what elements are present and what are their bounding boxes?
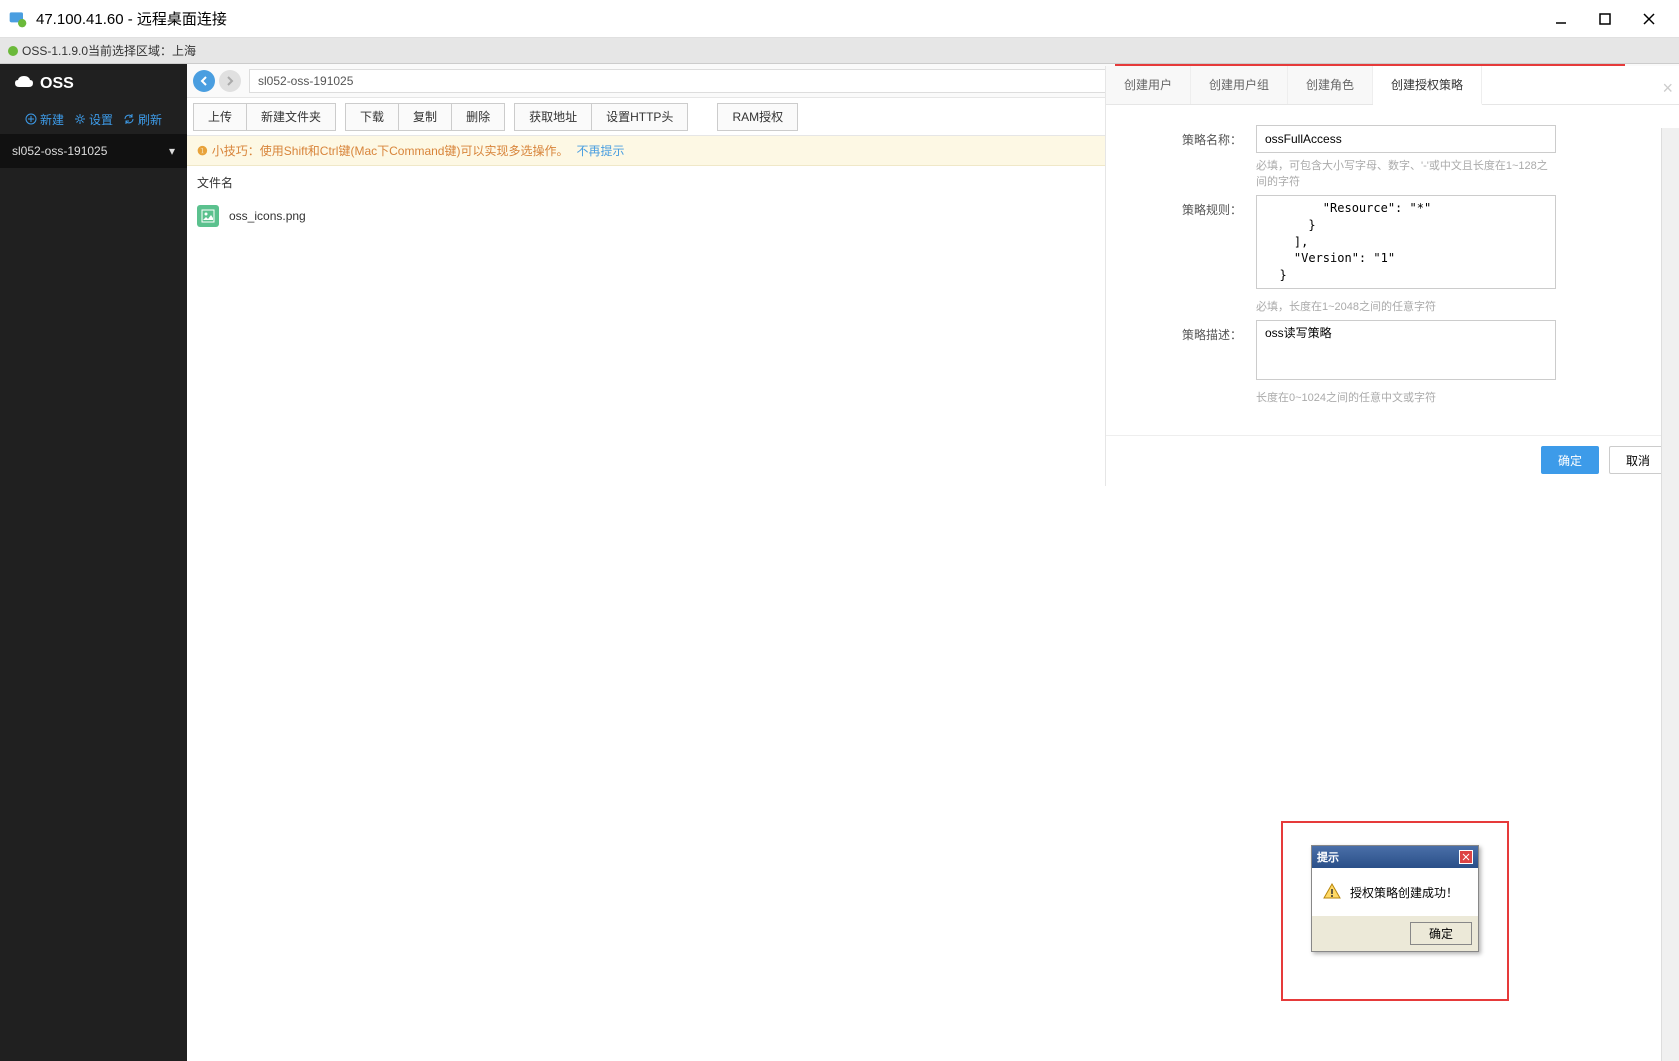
tab-create-usergroup[interactable]: 创建用户组	[1191, 66, 1288, 104]
brand-label: OSS	[40, 75, 74, 93]
policy-rule-textarea[interactable]: "Resource": "*" } ], "Version": "1" }	[1256, 195, 1556, 289]
maximize-button[interactable]	[1593, 7, 1617, 31]
chevron-right-icon	[224, 75, 236, 87]
policy-name-input[interactable]	[1256, 125, 1556, 153]
upload-button[interactable]: 上传	[193, 103, 247, 131]
tab-create-user[interactable]: 创建用户	[1106, 66, 1191, 104]
delete-button[interactable]: 删除	[451, 103, 505, 131]
policy-desc-textarea[interactable]: oss读写策略	[1256, 320, 1556, 380]
status-bar: OSS-1.1.9.0当前选择区域：上海	[0, 38, 1679, 64]
tab-create-role[interactable]: 创建角色	[1288, 66, 1373, 104]
chevron-down-icon: ▾	[169, 144, 175, 158]
policy-desc-label: 策略描述：	[1116, 320, 1256, 405]
cloud-icon	[14, 75, 34, 94]
status-dot-icon	[8, 46, 18, 56]
alert-title: 提示	[1317, 849, 1339, 865]
warning-icon	[1322, 882, 1342, 902]
download-button[interactable]: 下载	[345, 103, 399, 131]
tip-dismiss-link[interactable]: 不再提示	[576, 142, 624, 159]
window-titlebar: 47.100.41.60 - 远程桌面连接	[0, 0, 1679, 38]
policy-name-label: 策略名称：	[1116, 125, 1256, 189]
alert-dialog: 提示 授权策略创建成功！ 确定	[1311, 845, 1479, 952]
refresh-icon	[123, 113, 135, 125]
bucket-label: sl052-oss-191025	[12, 144, 107, 158]
scrollbar[interactable]	[1661, 128, 1679, 1061]
ram-auth-button[interactable]: RAM授权	[717, 103, 798, 131]
sidebar-new-button[interactable]: 新建	[25, 111, 64, 128]
image-file-icon	[197, 205, 219, 227]
sethttp-button[interactable]: 设置HTTP头	[591, 103, 688, 131]
newfolder-button[interactable]: 新建文件夹	[246, 103, 336, 131]
alert-message: 授权策略创建成功！	[1350, 884, 1458, 901]
panel-ok-button[interactable]: 确定	[1541, 446, 1599, 474]
tab-create-policy[interactable]: 创建授权策略	[1373, 66, 1482, 105]
policy-desc-hint: 长度在0~1024之间的任意中文或字符	[1256, 389, 1556, 405]
policy-rule-hint: 必填，长度在1~2048之间的任意字符	[1256, 298, 1556, 314]
minimize-button[interactable]	[1549, 7, 1573, 31]
nav-forward-button[interactable]	[219, 70, 241, 92]
policy-rule-label: 策略规则：	[1116, 195, 1256, 314]
panel-cancel-button[interactable]: 取消	[1609, 446, 1667, 474]
rdp-icon	[8, 9, 28, 29]
alert-highlight-border: 提示 授权策略创建成功！ 确定	[1281, 821, 1509, 1001]
policy-name-hint: 必填，可包含大小写字母、数字、'-'或中文且长度在1~128之间的字符	[1256, 157, 1556, 189]
close-button[interactable]	[1637, 7, 1661, 31]
ram-panel: × 创建用户 创建用户组 创建角色 创建授权策略 策略名称： 必填，可包含大小写…	[1105, 66, 1679, 486]
file-name: oss_icons.png	[229, 209, 306, 223]
chevron-left-icon	[198, 75, 210, 87]
status-text: OSS-1.1.9.0当前选择区域：上海	[22, 42, 196, 59]
sidebar-settings-button[interactable]: 设置	[74, 111, 113, 128]
sidebar-refresh-button[interactable]: 刷新	[123, 111, 162, 128]
plus-circle-icon	[25, 113, 37, 125]
nav-back-button[interactable]	[193, 70, 215, 92]
sidebar: OSS 新建 设置 刷新 sl052-oss-191025 ▾	[0, 64, 187, 1061]
content-area: 上传 新建文件夹 下载 复制 删除 获取地址 设置HTTP头 RAM授权 ❶ 小…	[187, 64, 1679, 1061]
copy-button[interactable]: 复制	[398, 103, 452, 131]
info-icon: ❶	[197, 144, 208, 158]
window-title: 47.100.41.60 - 远程桌面连接	[36, 8, 1549, 29]
alert-ok-button[interactable]: 确定	[1410, 922, 1472, 945]
sidebar-brand: OSS	[0, 64, 187, 104]
sidebar-bucket-item[interactable]: sl052-oss-191025 ▾	[0, 134, 187, 168]
alert-close-button[interactable]	[1459, 850, 1473, 864]
close-icon	[1462, 853, 1470, 861]
panel-close-button[interactable]: ×	[1662, 78, 1673, 99]
geturl-button[interactable]: 获取地址	[514, 103, 592, 131]
gear-icon	[74, 113, 86, 125]
